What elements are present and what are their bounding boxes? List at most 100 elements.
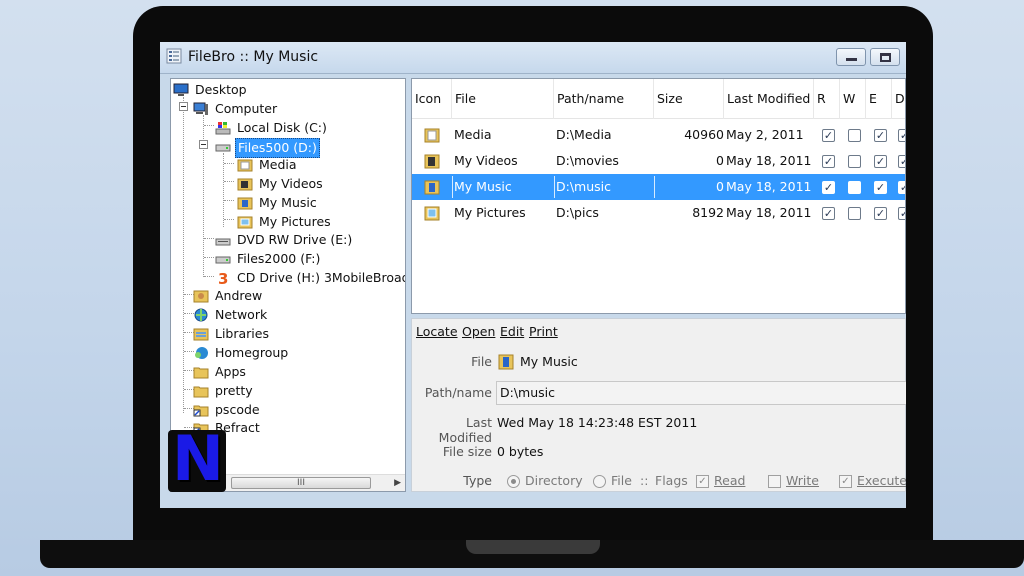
read-checkbox[interactable]: ✓ bbox=[822, 181, 835, 194]
column-header-file[interactable]: File bbox=[452, 79, 554, 119]
three-mobile-icon: 3 bbox=[218, 271, 228, 285]
write-checkbox[interactable] bbox=[848, 155, 861, 168]
tree-label: My Videos bbox=[259, 176, 323, 191]
list-header: Icon File Path/name Size Last Modified R… bbox=[412, 79, 905, 119]
read-checkbox[interactable]: ✓ bbox=[822, 155, 835, 168]
execute-checkbox[interactable]: ✓ bbox=[874, 129, 887, 142]
dvd-drive-icon bbox=[215, 238, 231, 246]
tree-label: pretty bbox=[215, 383, 253, 398]
n-logo-watermark: N bbox=[168, 426, 226, 492]
drive-icon bbox=[215, 256, 231, 264]
tree-label: DVD RW Drive (E:) bbox=[237, 232, 353, 247]
cell-size: 0 bbox=[716, 179, 724, 194]
cell-path: D:\music bbox=[556, 179, 612, 194]
collapse-files500-toggle[interactable] bbox=[199, 140, 208, 149]
video-folder-icon bbox=[424, 154, 440, 169]
menu-edit[interactable]: Edit bbox=[500, 324, 524, 339]
type-label: Type bbox=[463, 473, 492, 488]
media-folder-icon bbox=[424, 128, 440, 143]
size-value: 0 bytes bbox=[497, 444, 544, 459]
type-directory-label: Directory bbox=[525, 473, 583, 488]
column-header-r[interactable]: R bbox=[814, 79, 840, 119]
maximize-icon bbox=[880, 53, 891, 62]
path-field[interactable]: D:\music bbox=[496, 381, 906, 405]
read-checkbox[interactable]: ✓ bbox=[822, 207, 835, 220]
write-checkbox[interactable] bbox=[848, 129, 861, 142]
tree-label: Homegroup bbox=[215, 345, 289, 360]
flag-read-checkbox[interactable]: ✓ bbox=[696, 475, 709, 488]
type-directory-radio[interactable] bbox=[507, 475, 520, 488]
table-row-selected[interactable]: My Music D:\music 0 May 18, 2011 ✓ ✓ ✓ bbox=[412, 174, 905, 200]
title-bar: FileBro :: My Music bbox=[160, 42, 906, 74]
maximize-button[interactable] bbox=[870, 48, 900, 66]
cell-modified: May 18, 2011 bbox=[726, 205, 812, 220]
column-header-path[interactable]: Path/name bbox=[554, 79, 654, 119]
cell-file: My Videos bbox=[454, 153, 518, 168]
table-row[interactable]: My Videos D:\movies 0 May 18, 2011 ✓ ✓ ✓ bbox=[412, 148, 905, 174]
file-list[interactable]: Icon File Path/name Size Last Modified R… bbox=[411, 78, 906, 314]
tree-label: Files500 (D:) bbox=[235, 138, 320, 158]
tree-label: Files2000 (F:) bbox=[237, 251, 321, 266]
tree-label: Computer bbox=[215, 101, 278, 116]
computer-icon bbox=[193, 102, 208, 115]
windows-drive-icon bbox=[215, 122, 231, 135]
window-title: FileBro :: My Music bbox=[188, 49, 319, 65]
modified-label: Last Modified bbox=[438, 415, 492, 445]
scrollbar-thumb[interactable]: III bbox=[231, 477, 371, 489]
tree-label: Apps bbox=[215, 364, 246, 379]
read-checkbox[interactable]: ✓ bbox=[822, 129, 835, 142]
menu-locate[interactable]: Locate bbox=[416, 324, 458, 339]
music-folder-icon bbox=[237, 197, 253, 210]
filebro-app-icon bbox=[166, 48, 182, 64]
minimize-button[interactable] bbox=[836, 48, 866, 66]
column-header-w[interactable]: W bbox=[840, 79, 866, 119]
column-header-d[interactable]: D bbox=[892, 79, 905, 119]
delete-checkbox[interactable]: ✓ bbox=[898, 181, 905, 194]
modified-value: Wed May 18 14:23:48 EST 2011 bbox=[497, 415, 698, 430]
collapse-computer-toggle[interactable] bbox=[179, 102, 188, 111]
table-row[interactable]: Media D:\Media 40960 May 2, 2011 ✓ ✓ ✓ bbox=[412, 122, 905, 148]
tree-label: pscode bbox=[215, 402, 260, 417]
scroll-right-icon[interactable]: ▶ bbox=[394, 478, 401, 488]
execute-checkbox[interactable]: ✓ bbox=[874, 207, 887, 220]
delete-checkbox[interactable]: ✓ bbox=[898, 207, 905, 220]
cell-file: Media bbox=[454, 127, 492, 142]
execute-checkbox[interactable]: ✓ bbox=[874, 155, 887, 168]
desktop-icon bbox=[173, 83, 189, 96]
drive-icon bbox=[215, 144, 231, 152]
delete-checkbox[interactable]: ✓ bbox=[898, 129, 905, 142]
flag-read-label: Read bbox=[714, 473, 746, 488]
column-header-modified[interactable]: Last Modified bbox=[724, 79, 814, 119]
tree-label: Local Disk (C:) bbox=[237, 120, 327, 135]
folder-icon bbox=[193, 367, 209, 379]
column-header-e[interactable]: E bbox=[866, 79, 892, 119]
cell-size: 8192 bbox=[692, 205, 724, 220]
flag-write-label: Write bbox=[786, 473, 820, 488]
flags-label: Flags bbox=[655, 473, 688, 488]
table-row[interactable]: My Pictures D:\pics 8192 May 18, 2011 ✓ … bbox=[412, 200, 905, 226]
type-file-radio[interactable] bbox=[593, 475, 606, 488]
execute-checkbox[interactable]: ✓ bbox=[874, 181, 887, 194]
column-header-size[interactable]: Size bbox=[654, 79, 724, 119]
delete-checkbox[interactable]: ✓ bbox=[898, 155, 905, 168]
shortcut-folder-icon bbox=[193, 405, 209, 417]
menu-open[interactable]: Open bbox=[462, 324, 495, 339]
write-checkbox[interactable] bbox=[848, 207, 861, 220]
tree-label: Desktop bbox=[195, 82, 247, 97]
cell-path: D:\Media bbox=[556, 127, 612, 142]
music-folder-icon bbox=[498, 354, 514, 370]
cell-file: My Pictures bbox=[454, 205, 526, 220]
tree-label: My Pictures bbox=[259, 214, 331, 229]
flag-execute-label: Execute bbox=[857, 473, 906, 488]
column-header-icon[interactable]: Icon bbox=[412, 79, 452, 119]
svg-text:3: 3 bbox=[218, 271, 228, 285]
menu-print[interactable]: Print bbox=[529, 324, 558, 339]
cell-file: My Music bbox=[454, 179, 512, 194]
cell-path: D:\pics bbox=[556, 205, 599, 220]
flag-execute-checkbox[interactable]: ✓ bbox=[839, 475, 852, 488]
logo-letter: N bbox=[172, 422, 224, 495]
tree-label: Libraries bbox=[215, 326, 269, 341]
write-checkbox[interactable] bbox=[848, 181, 861, 194]
network-icon bbox=[194, 308, 208, 322]
flag-write-checkbox[interactable] bbox=[768, 475, 781, 488]
